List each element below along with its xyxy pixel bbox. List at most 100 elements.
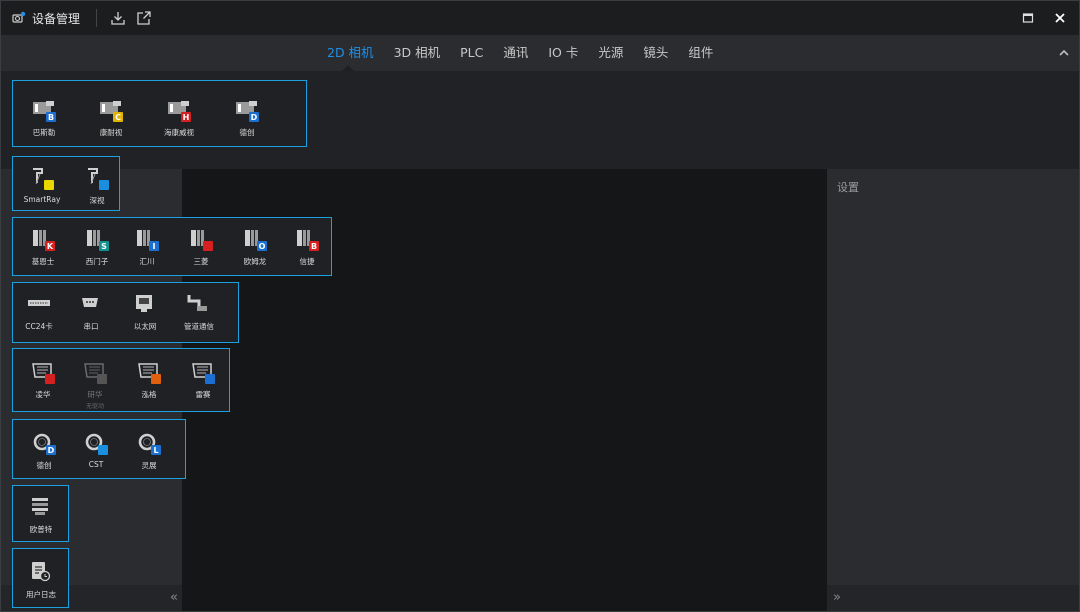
plc-inovance-icon: I <box>137 230 159 251</box>
2d-camera-group: B 巴斯勒 C 康耐视 H 海康威视 D 德创 <box>12 80 307 147</box>
tab-6[interactable]: 镜头 <box>633 35 678 71</box>
device-item-label: CC24卡 <box>25 322 53 331</box>
device-item[interactable]: C 康耐视 <box>85 97 137 138</box>
device-item-label: 欧普特 <box>29 525 53 534</box>
io-card-icpdas-icon <box>138 363 161 384</box>
user-log-icon <box>32 562 51 582</box>
device-item[interactable]: O 欧姆龙 <box>229 226 281 267</box>
device-manager-window: 设备管理 2D 相机 3D 相机 PLC 通讯 IO 卡 光源 镜头 组件 « … <box>0 0 1080 612</box>
device-item[interactable]: B 信捷 <box>281 226 333 267</box>
device-item[interactable]: B 巴斯勒 <box>18 97 70 138</box>
device-item[interactable]: K 基恩士 <box>17 226 69 267</box>
svg-text:B: B <box>311 242 317 251</box>
plc-group: K 基恩士 S 西门子 I 汇川 三菱 O 欧姆龙 B 信捷 <box>12 217 332 276</box>
device-item[interactable]: L 灵展 <box>123 430 175 471</box>
laser-sensor-shenshi-icon <box>88 168 109 190</box>
device-item-label: 凌华 <box>35 390 51 399</box>
title-bar: 设备管理 <box>1 1 1079 35</box>
expand-right-icon[interactable]: » <box>833 590 841 605</box>
svg-text:H: H <box>183 113 190 122</box>
device-item-label: 海康威视 <box>164 128 194 137</box>
tab-2[interactable]: PLC <box>450 35 493 71</box>
svg-text:B: B <box>48 113 54 122</box>
cc24-card-icon <box>28 300 50 306</box>
device-item[interactable]: I 汇川 <box>121 226 173 267</box>
lens-opt-icon <box>32 498 48 515</box>
device-item[interactable]: 三菱 <box>175 226 227 267</box>
device-item[interactable]: 用户日志 <box>15 559 67 600</box>
device-item[interactable]: 雷赛 <box>177 359 229 400</box>
toolbar-divider <box>96 9 98 27</box>
device-item-label: 用户日志 <box>26 590 56 599</box>
device-item-label: 管道通信 <box>184 322 214 331</box>
device-item[interactable]: S 西门子 <box>71 226 123 267</box>
settings-panel-footer: » <box>827 585 1079 611</box>
device-item[interactable]: 以太网 <box>119 291 171 332</box>
device-item-label: 巴斯勒 <box>32 128 56 137</box>
svg-text:C: C <box>115 113 121 122</box>
device-item-label: 以太网 <box>133 322 157 331</box>
window-controls <box>1019 9 1069 27</box>
io-card-adlink-icon <box>32 363 55 384</box>
lens-group: 欧普特 <box>12 485 69 542</box>
camera-hikvision-icon: H <box>168 101 191 122</box>
tab-7[interactable]: 组件 <box>678 35 723 71</box>
maximize-button[interactable] <box>1019 9 1037 27</box>
chevron-up-icon[interactable] <box>1057 46 1071 60</box>
tab-list: 2D 相机 3D 相机 PLC 通讯 IO 卡光源 镜头 组件 <box>317 35 723 71</box>
svg-text:I: I <box>153 242 156 251</box>
device-item[interactable]: 欧普特 <box>15 494 67 535</box>
camera-cognex-icon: C <box>100 101 123 122</box>
device-item[interactable]: SmartRay <box>16 165 68 204</box>
pipe-communication-icon <box>187 295 207 311</box>
device-item-label: 灵展 <box>141 461 157 470</box>
device-item[interactable]: 串口 <box>65 291 117 332</box>
device-item-label: 汇川 <box>139 257 155 266</box>
svg-text:D: D <box>48 446 55 455</box>
device-item[interactable]: D 德创 <box>221 97 273 138</box>
device-item-sublabel: 无驱动 <box>85 403 104 410</box>
settings-title: 设置 <box>837 181 859 194</box>
light-ring-cst-icon <box>85 433 108 455</box>
tab-1[interactable]: 3D 相机 <box>384 35 451 71</box>
device-item: 研华 无驱动 <box>69 359 121 410</box>
settings-panel: 设置 » <box>827 169 1079 611</box>
component-group: 用户日志 <box>12 548 69 608</box>
device-item[interactable]: H 海康威视 <box>153 97 205 138</box>
svg-text:L: L <box>153 446 158 455</box>
light-ring-lingzhan-icon: L <box>138 433 161 455</box>
svg-text:D: D <box>251 113 258 122</box>
close-button[interactable] <box>1051 9 1069 27</box>
device-item[interactable]: CST <box>70 430 122 469</box>
collapse-left-icon[interactable]: « <box>170 590 178 605</box>
svg-text:S: S <box>101 242 107 251</box>
tab-3[interactable]: 通讯 <box>493 35 538 71</box>
device-item-label: 基恩士 <box>31 257 55 266</box>
device-item-label: 泓格 <box>141 390 157 399</box>
tab-5[interactable]: 光源 <box>588 35 633 71</box>
device-item[interactable]: 凌华 <box>17 359 69 400</box>
device-item[interactable]: CC24卡 <box>13 291 65 332</box>
tab-4[interactable]: IO 卡 <box>538 35 588 71</box>
light-ring-dechuang-icon: D <box>33 433 56 455</box>
device-item-label: 欧姆龙 <box>243 257 267 266</box>
device-item[interactable]: 管道通信 <box>173 291 225 332</box>
svg-text:O: O <box>259 242 266 251</box>
device-item-label: 雷赛 <box>195 390 211 399</box>
device-item[interactable]: 泓格 <box>123 359 175 400</box>
device-item[interactable]: 深视 <box>71 165 123 206</box>
ethernet-icon <box>136 295 152 312</box>
io-card-advantech-icon <box>84 363 107 384</box>
import-button[interactable] <box>109 9 127 27</box>
plc-mitsubishi-icon <box>191 230 213 251</box>
serial-port-icon <box>82 298 98 307</box>
io-card-group: 凌华 研华 无驱动泓格 雷赛 <box>12 348 230 412</box>
camera-dechuang-icon: D <box>236 101 259 122</box>
device-item-label: SmartRay <box>23 195 61 204</box>
export-button[interactable] <box>135 9 153 27</box>
camera-basler-icon: B <box>33 101 56 122</box>
external-link-icon <box>137 11 151 25</box>
device-item[interactable]: D 德创 <box>18 430 70 471</box>
device-category-tabs: 2D 相机 3D 相机 PLC 通讯 IO 卡光源 镜头 组件 <box>1 35 1079 71</box>
plc-xinje-icon: B <box>297 230 319 251</box>
